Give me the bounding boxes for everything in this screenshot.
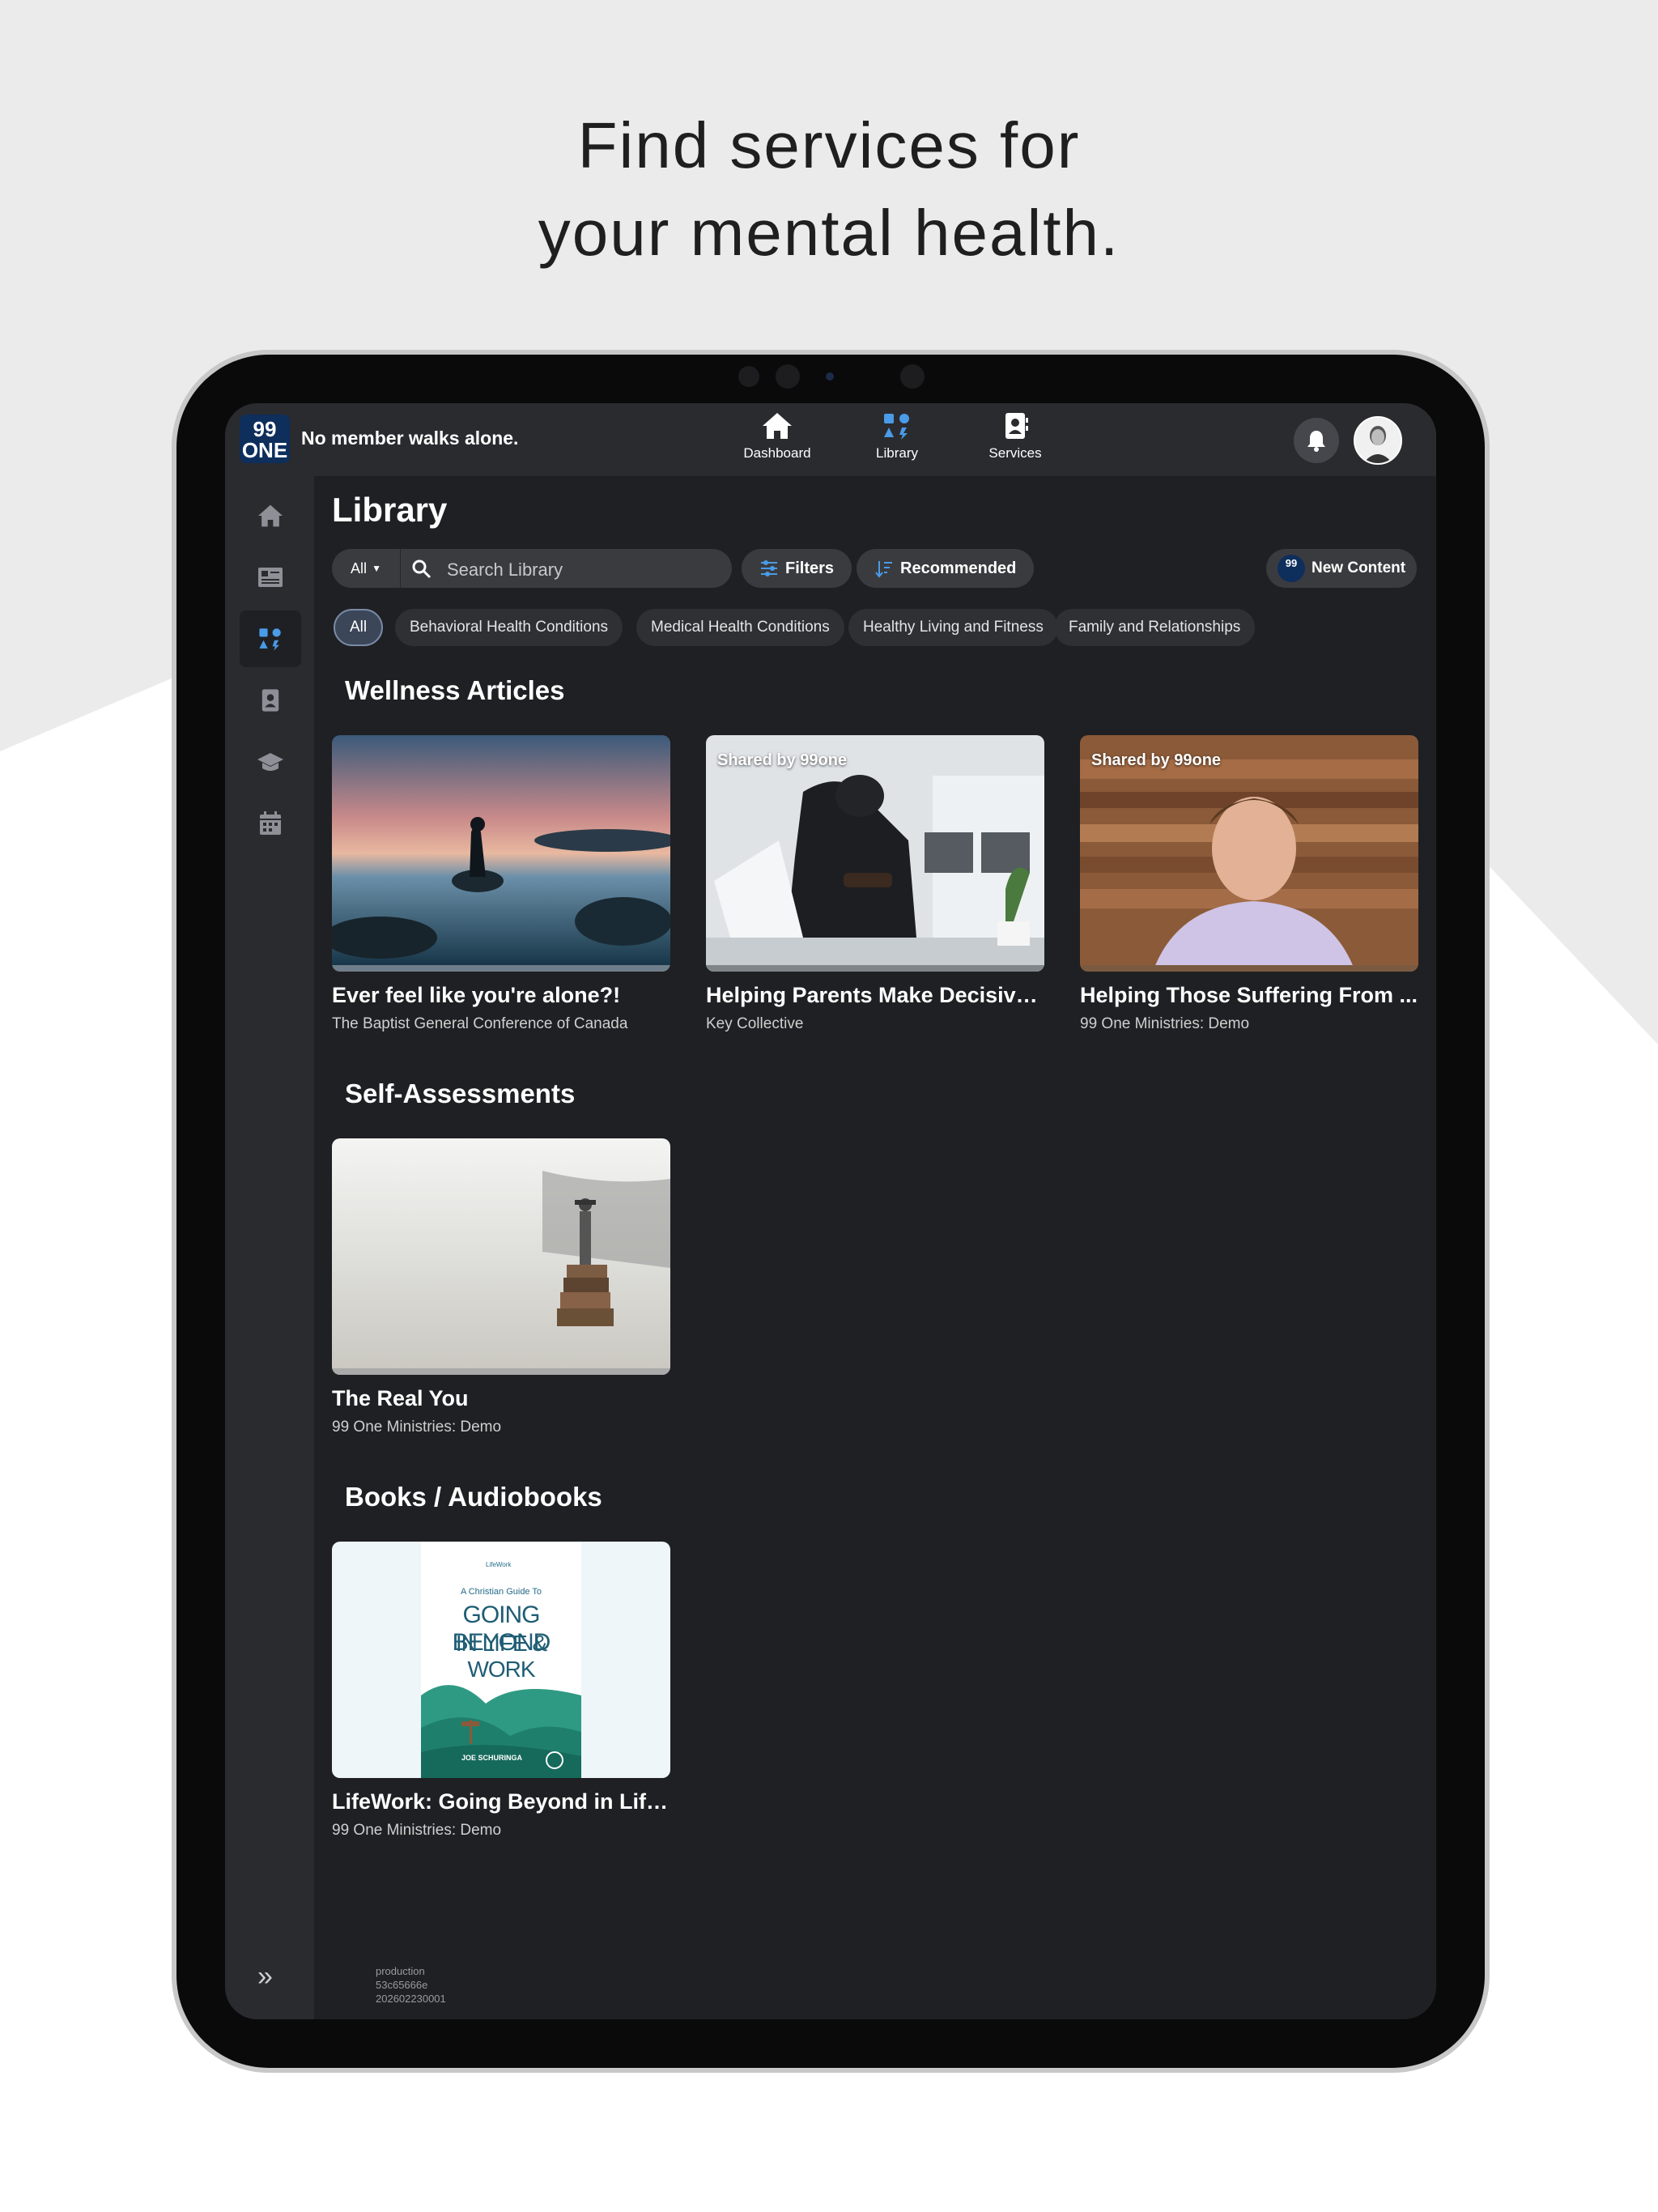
notifications-button[interactable] bbox=[1294, 418, 1339, 463]
category-chip-family[interactable]: Family and Relationships bbox=[1054, 609, 1256, 646]
new-content-icon-text: 99 bbox=[1285, 557, 1298, 569]
library-icon bbox=[259, 628, 281, 651]
card-source: 99 One Ministries: Demo bbox=[1080, 1015, 1250, 1032]
book-brand: LifeWork bbox=[486, 1561, 512, 1568]
card-title[interactable]: The Real You bbox=[332, 1386, 670, 1411]
new-content-label: New Content bbox=[1312, 559, 1406, 576]
category-chip-all[interactable]: All bbox=[334, 609, 384, 646]
card-thumbnail[interactable] bbox=[332, 735, 670, 972]
camera-light bbox=[826, 372, 834, 381]
sidebar-item-home[interactable] bbox=[240, 487, 301, 544]
app-logo[interactable]: 99 ONE bbox=[240, 415, 290, 463]
top-bar: 99 ONE No member walks alone. Dashboard … bbox=[225, 403, 1436, 476]
search-icon bbox=[412, 559, 432, 579]
build-hash: 53c65666e bbox=[376, 1979, 428, 1991]
search-bar: All ▼ Search Library bbox=[332, 549, 732, 588]
sort-icon bbox=[875, 561, 892, 578]
section-title: Wellness Articles bbox=[345, 675, 565, 705]
user-photo bbox=[1355, 418, 1401, 463]
sidebar: » bbox=[225, 476, 314, 2019]
section-title: Self-Assessments bbox=[345, 1078, 576, 1108]
nav-library-label: Library bbox=[876, 445, 918, 461]
new-content-icon: 99 bbox=[1278, 555, 1305, 582]
card-thumbnail[interactable]: Shared by 99one bbox=[706, 735, 1044, 972]
category-chip-behavioral[interactable]: Behavioral Health Conditions bbox=[395, 609, 623, 646]
filters-button[interactable]: Filters bbox=[742, 549, 852, 588]
logo-bottom-text: ONE bbox=[241, 438, 288, 462]
card-source: 99 One Ministries: Demo bbox=[332, 1822, 502, 1839]
news-icon bbox=[258, 568, 283, 587]
search-scope-value: All bbox=[351, 559, 368, 576]
nav-dashboard-label: Dashboard bbox=[743, 445, 811, 461]
shared-badge: Shared by 99one bbox=[1091, 751, 1222, 769]
card-thumbnail[interactable] bbox=[332, 1138, 670, 1375]
card-title[interactable]: Ever feel like you're alone?! bbox=[332, 983, 670, 1008]
nav-services-label: Services bbox=[988, 445, 1042, 461]
card-title[interactable]: Helping Parents Make Decisive ... bbox=[706, 983, 1044, 1008]
book-kicker: A Christian Guide To bbox=[460, 1587, 542, 1597]
sidebar-item-services[interactable] bbox=[240, 672, 301, 729]
expand-sidebar-icon[interactable]: » bbox=[257, 1961, 273, 1993]
card-title[interactable]: Helping Those Suffering From ... bbox=[1080, 983, 1418, 1008]
home-icon bbox=[258, 504, 283, 527]
build-number: 202602230001 bbox=[376, 1993, 446, 2005]
card-thumbnail[interactable]: LifeWork A Christian Guide To GOING BEYO… bbox=[332, 1542, 670, 1778]
speaker-photo bbox=[1080, 735, 1418, 972]
books-explorer-image bbox=[332, 1138, 670, 1375]
library-icon bbox=[884, 414, 909, 440]
camera-sensor-2 bbox=[900, 364, 925, 389]
app-screen: 99 ONE No member walks alone. Dashboard … bbox=[225, 403, 1436, 2019]
sidebar-item-courses[interactable] bbox=[240, 734, 301, 790]
book-cover: LifeWork A Christian Guide To GOING BEYO… bbox=[421, 1542, 581, 1778]
page-title: Library bbox=[332, 491, 448, 529]
card-thumbnail[interactable]: Shared by 99one bbox=[1080, 735, 1418, 972]
shared-badge: Shared by 99one bbox=[717, 751, 848, 769]
graduation-cap-icon bbox=[257, 753, 283, 771]
sliders-icon bbox=[761, 560, 777, 576]
tagline: No member walks alone. bbox=[301, 428, 519, 449]
filters-label: Filters bbox=[785, 559, 835, 577]
card-source: The Baptist General Conference of Canada bbox=[332, 1015, 628, 1032]
camera-lens bbox=[776, 364, 800, 389]
nav-library[interactable]: Library bbox=[840, 411, 954, 462]
search-scope-select[interactable]: All ▼ bbox=[332, 549, 401, 588]
user-avatar[interactable] bbox=[1354, 416, 1402, 465]
category-chip-medical[interactable]: Medical Health Conditions bbox=[636, 609, 844, 646]
headline-line-2: your mental health. bbox=[538, 197, 1120, 269]
card-source: 99 One Ministries: Demo bbox=[332, 1419, 502, 1436]
sort-button[interactable]: Recommended bbox=[857, 549, 1035, 588]
lake-sunset-image bbox=[332, 735, 670, 972]
build-env: production bbox=[376, 1965, 425, 1977]
camera-sensor bbox=[738, 366, 759, 387]
calendar-icon bbox=[260, 811, 281, 835]
sidebar-item-calendar[interactable] bbox=[240, 795, 301, 852]
headline-line-1: Find services for bbox=[577, 109, 1081, 181]
sort-label: Recommended bbox=[900, 559, 1017, 577]
chevron-down-icon: ▼ bbox=[372, 563, 381, 574]
book-author: JOE SCHURINGA bbox=[461, 1754, 523, 1762]
counseling-photo bbox=[706, 735, 1044, 972]
new-content-button[interactable]: 99 New Content bbox=[1266, 549, 1418, 588]
contact-book-icon bbox=[1005, 413, 1028, 439]
search-input[interactable]: Search Library bbox=[447, 559, 563, 581]
category-chip-fitness[interactable]: Healthy Living and Fitness bbox=[848, 609, 1058, 646]
nav-services[interactable]: Services bbox=[959, 411, 1072, 462]
bell-icon bbox=[1307, 431, 1325, 452]
section-title: Books / Audiobooks bbox=[345, 1482, 602, 1512]
sidebar-item-news[interactable] bbox=[240, 549, 301, 606]
card-source: Key Collective bbox=[706, 1015, 804, 1032]
sidebar-item-library[interactable] bbox=[240, 610, 301, 667]
build-info: production 53c65666e 202602230001 bbox=[376, 1964, 446, 2006]
home-icon bbox=[763, 413, 792, 439]
logo-top-text: 99 bbox=[253, 417, 277, 441]
card-title[interactable]: LifeWork: Going Beyond in Life ... bbox=[332, 1789, 670, 1814]
nav-dashboard[interactable]: Dashboard bbox=[721, 411, 834, 462]
contact-book-icon bbox=[261, 689, 279, 712]
